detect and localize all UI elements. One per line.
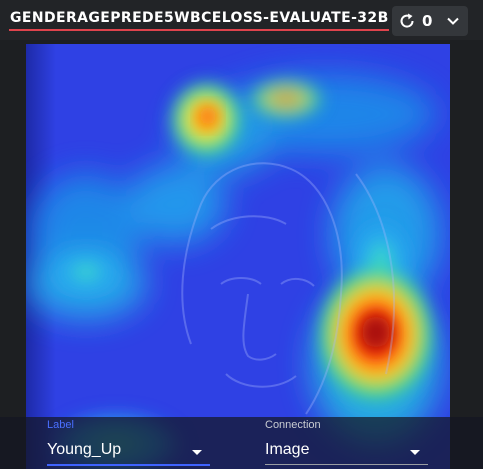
label-caption: Label	[47, 419, 74, 431]
dropdown-arrow-icon	[410, 450, 420, 455]
connection-select-value: Image	[265, 441, 310, 458]
refresh-counter-button[interactable]: 0	[392, 6, 468, 36]
label-select-value: Young_Up	[47, 441, 122, 458]
dropdown-arrow-icon	[192, 450, 202, 455]
refresh-icon	[400, 13, 414, 28]
counter-value: 0	[422, 12, 433, 30]
label-select[interactable]: Young_Up	[47, 436, 210, 466]
heatmap-overlay	[26, 44, 450, 469]
heatmap-image	[26, 44, 450, 469]
title-underline	[9, 29, 389, 31]
chevron-down-icon[interactable]	[446, 14, 460, 28]
connection-caption: Connection	[265, 419, 321, 431]
run-title: GENDERAGEPREDE5WBCELOSS-EVALUATE-32B	[10, 10, 389, 26]
connection-select[interactable]: Image	[265, 436, 428, 465]
